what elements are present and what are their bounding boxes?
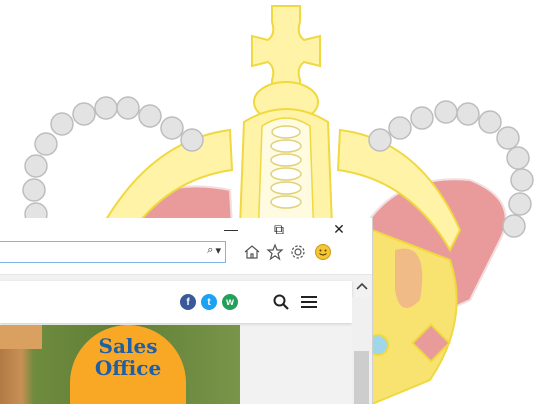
whatsapp-icon[interactable]: w: [222, 294, 238, 310]
close-button[interactable]: ✕: [324, 218, 354, 240]
search-icon[interactable]: [272, 293, 290, 311]
smiley-icon: [315, 244, 331, 260]
badge-line-2: Office: [94, 356, 162, 380]
tools-button[interactable]: [287, 242, 309, 262]
chevron-up-icon: [356, 282, 368, 290]
minimize-button[interactable]: —: [216, 218, 246, 240]
browser-window: — ⧉ ✕ ⌕ ▾ f t w Sales Office: [0, 218, 373, 404]
home-icon: [244, 245, 260, 259]
sales-office-badge[interactable]: Sales Office: [70, 325, 186, 404]
chevron-down-icon: ▾: [215, 245, 221, 257]
address-search-button[interactable]: ⌕ ▾: [207, 244, 221, 257]
feedback-button[interactable]: [312, 242, 334, 262]
page-viewport: f t w Sales Office: [0, 274, 372, 404]
scroll-up-button[interactable]: [352, 275, 372, 297]
menu-icon[interactable]: [300, 294, 318, 310]
star-icon: [266, 243, 284, 261]
search-icon: ⌕: [207, 244, 214, 256]
home-button[interactable]: [241, 242, 263, 262]
facebook-icon[interactable]: f: [180, 294, 196, 310]
address-bar[interactable]: ⌕ ▾: [0, 241, 226, 263]
favorites-button[interactable]: [264, 242, 286, 262]
site-header: f t w: [0, 281, 352, 323]
scrollbar-thumb[interactable]: [354, 351, 369, 404]
twitter-icon[interactable]: t: [201, 294, 217, 310]
restore-button[interactable]: ⧉: [264, 218, 294, 240]
gear-icon: [291, 245, 305, 259]
crown-cross: [251, 5, 321, 93]
badge-line-1: Sales: [98, 334, 158, 358]
